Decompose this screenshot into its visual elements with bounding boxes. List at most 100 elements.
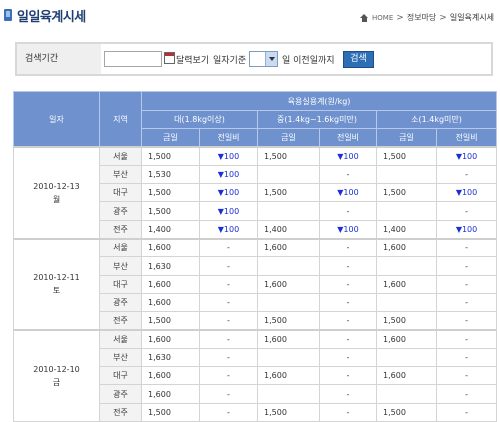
calendar-icon[interactable] (164, 52, 175, 64)
calendar-link[interactable]: 달력보기 (176, 53, 209, 66)
small-price-cell: 1,500 (376, 146, 437, 166)
medium-change-cell: - (319, 329, 377, 349)
search-button[interactable]: 검색 (343, 51, 374, 68)
medium-change-cell: ▼100 (319, 219, 377, 240)
large-price-cell: 1,600 (141, 384, 200, 404)
day-select[interactable] (249, 51, 278, 67)
weekday-value: 월 (52, 194, 61, 204)
small-change-cell: - (435, 237, 498, 258)
size-large-header: 대(1.8kg이상) (141, 109, 258, 130)
small-change-cell: - (435, 402, 498, 422)
sub-price-header: 금일 (141, 128, 200, 148)
small-change-cell: - (435, 347, 498, 368)
medium-price-cell (257, 256, 320, 276)
sub-price-header: 금일 (257, 128, 320, 148)
region-cell: 대구 (99, 366, 142, 386)
medium-change-cell: - (319, 274, 377, 294)
large-change-cell: - (199, 311, 258, 331)
large-change-cell: - (199, 402, 258, 422)
region-cell: 서울 (99, 329, 142, 349)
small-change-cell: - (435, 366, 498, 386)
small-price-cell (376, 384, 437, 404)
small-price-cell (376, 292, 437, 313)
large-price-cell: 1,500 (141, 402, 200, 422)
chevron-down-icon[interactable] (265, 52, 277, 66)
region-cell: 광주 (99, 292, 142, 313)
medium-change-cell: ▼100 (319, 146, 377, 166)
large-change-cell: - (199, 366, 258, 386)
large-price-cell: 1,600 (141, 366, 200, 386)
small-change-cell: - (435, 274, 498, 294)
breadcrumb-current: 일일육계시세 (449, 13, 494, 22)
medium-price-cell: 1,600 (257, 274, 320, 294)
region-cell: 서울 (99, 146, 142, 166)
small-price-cell: 1,600 (376, 274, 437, 294)
date-basis-label: 일자기준 (213, 56, 247, 66)
large-price-cell: 1,530 (141, 164, 200, 185)
region-cell: 대구 (99, 183, 142, 203)
small-price-cell (376, 256, 437, 276)
large-change-cell: ▼100 (199, 183, 258, 203)
medium-change-cell: - (319, 201, 377, 221)
large-change-cell: ▼100 (199, 201, 258, 221)
large-change-cell: - (199, 329, 258, 349)
large-change-cell: - (199, 274, 258, 294)
medium-change-cell: - (319, 256, 377, 276)
region-cell: 부산 (99, 347, 142, 368)
size-small-header: 소(1.4kg미만) (375, 109, 498, 130)
large-change-cell: ▼100 (199, 219, 258, 240)
medium-price-cell (257, 201, 320, 221)
medium-price-cell: 1,600 (257, 329, 320, 349)
price-table: 일자 지역 육용실용계(원/kg) 대(1.8kg이상) 중(1.4kg~1.6… (13, 91, 498, 422)
medium-price-cell: 1,500 (257, 183, 320, 203)
search-panel: 검색기간 달력보기 일자기준 일 이전일까지 검색 (15, 42, 493, 76)
weekday-value: 토 (52, 286, 61, 296)
date-cell: 2010-12-13 월 (13, 146, 100, 240)
size-medium-header: 중(1.4kg~1.6kg미만) (257, 109, 377, 130)
medium-price-cell (257, 384, 320, 404)
large-change-cell: ▼100 (199, 164, 258, 185)
small-change-cell: - (435, 384, 498, 404)
small-change-cell: - (435, 164, 498, 185)
large-price-cell: 1,400 (141, 219, 200, 240)
large-price-cell: 1,600 (141, 237, 200, 258)
table-row: 2010-12-10 금 서울 1,600-1,600-1,600- (13, 329, 498, 422)
small-price-cell (376, 347, 437, 368)
large-price-cell: 1,600 (141, 274, 200, 294)
small-change-cell: - (435, 256, 498, 276)
date-input[interactable] (104, 51, 162, 67)
large-change-cell: ▼100 (199, 146, 258, 166)
region-cell: 전주 (99, 311, 142, 331)
day-suffix-label: 일 이전일까지 (282, 56, 335, 66)
home-icon[interactable] (360, 13, 369, 22)
small-price-cell: 1,600 (376, 329, 437, 349)
medium-change-cell: - (319, 311, 377, 331)
price-table-body: 2010-12-13 월 서울 1,500 ▼100 1,500 ▼100 1,500 ▼100… (13, 146, 498, 422)
medium-price-cell: 1,500 (257, 311, 320, 331)
medium-change-cell: - (319, 292, 377, 313)
region-cell: 대구 (99, 274, 142, 294)
small-price-cell: 1,500 (376, 311, 437, 331)
large-change-cell: - (199, 237, 258, 258)
document-icon (4, 9, 12, 21)
large-change-cell: - (199, 384, 258, 404)
sub-change-header: 전일비 (435, 128, 498, 148)
medium-price-cell (257, 164, 320, 185)
region-cell: 전주 (99, 402, 142, 422)
small-change-cell: - (435, 292, 498, 313)
breadcrumb-home[interactable]: HOME (372, 14, 393, 22)
date-value: 2010-12-11 (33, 273, 80, 283)
medium-change-cell: - (319, 384, 377, 404)
col-region-header: 지역 (99, 91, 142, 148)
medium-price-cell (257, 347, 320, 368)
small-price-cell: 1,400 (376, 219, 437, 240)
date-value: 2010-12-13 (33, 181, 80, 191)
region-cell: 전주 (99, 219, 142, 240)
medium-price-cell (257, 292, 320, 313)
sub-price-header: 금일 (376, 128, 437, 148)
small-change-cell: - (435, 329, 498, 349)
breadcrumb-section[interactable]: 정보마당 (407, 12, 436, 23)
medium-change-cell: - (319, 237, 377, 258)
sub-change-header: 전일비 (319, 128, 377, 148)
table-row: 2010-12-11 토 서울 1,600-1,600-1,600- (13, 237, 498, 331)
